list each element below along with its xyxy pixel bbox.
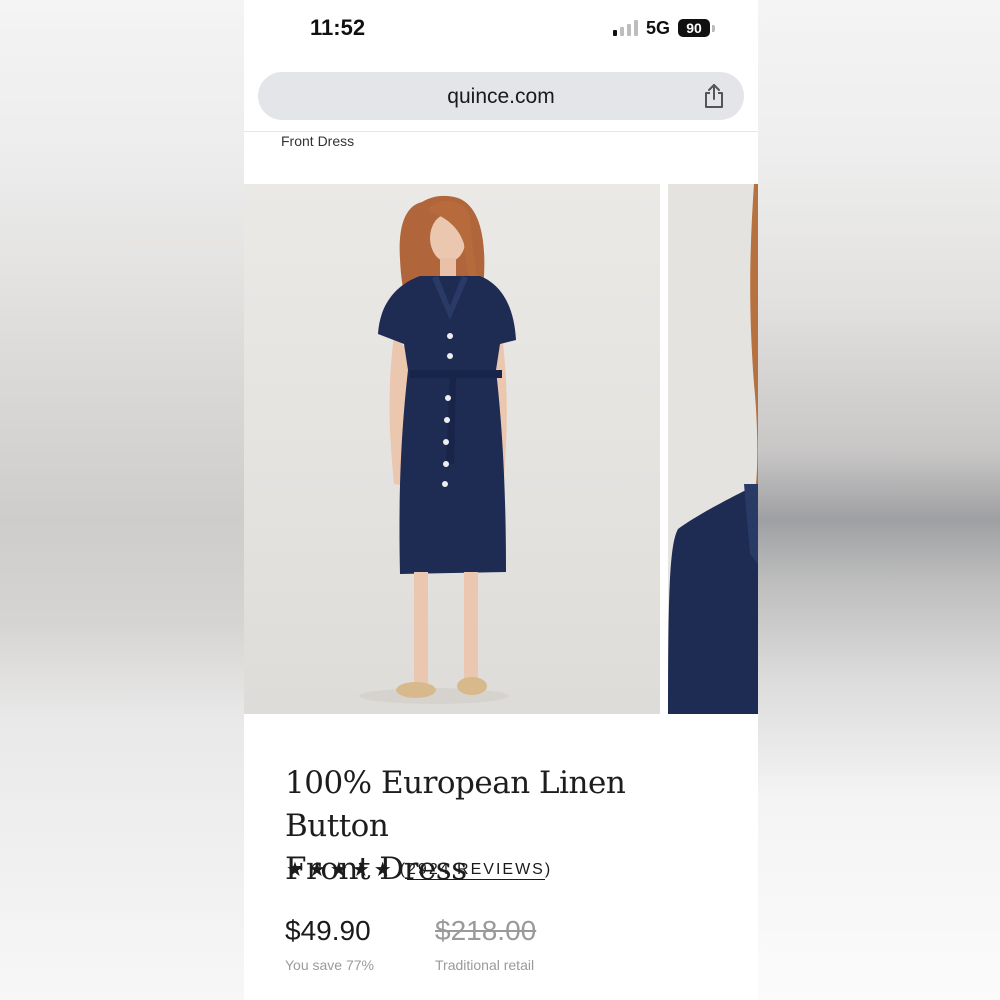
sale-price: $49.90 — [285, 915, 371, 946]
share-icon[interactable] — [702, 83, 726, 109]
product-image-next[interactable] — [668, 184, 758, 714]
retail-label: Traditional retail — [435, 957, 535, 973]
blurred-backdrop-right — [758, 0, 1000, 1000]
reviews-link[interactable]: (2924 REVIEWS) — [399, 861, 553, 880]
star-icon: ★ — [329, 859, 348, 881]
reviews-close-paren: ) — [544, 861, 553, 878]
retail-price: $218.00 — [435, 915, 537, 946]
header-divider — [244, 131, 758, 132]
status-time: 11:52 — [310, 15, 366, 40]
signal-icon — [613, 20, 639, 36]
network-type: 5G — [646, 18, 671, 38]
address-bar[interactable]: quince.com — [258, 72, 744, 120]
battery-cap — [712, 25, 715, 32]
reviews-open-paren: ( — [399, 861, 408, 878]
product-image-main[interactable] — [244, 184, 660, 714]
breadcrumb[interactable]: Front Dress — [281, 133, 354, 149]
battery-icon: 90 — [678, 19, 710, 37]
star-icon: ★ — [373, 859, 392, 881]
star-icon: ★ — [351, 859, 370, 881]
savings-text: You save 77% — [285, 957, 374, 973]
blurred-backdrop-left — [0, 0, 244, 1000]
url-text[interactable]: quince.com — [258, 85, 744, 109]
star-icon: ★ — [286, 859, 304, 881]
reviews-count[interactable]: 2924 REVIEWS — [407, 861, 545, 880]
star-icon: ★ — [307, 859, 326, 881]
product-title-line1: 100% European Linen Button — [285, 765, 626, 844]
phone-screen: 11:52 5G 90 quince.com Front Dress 100% … — [244, 0, 758, 1000]
rating-row[interactable]: ★ ★ ★ ★ ★ (2924 REVIEWS) — [286, 858, 552, 882]
